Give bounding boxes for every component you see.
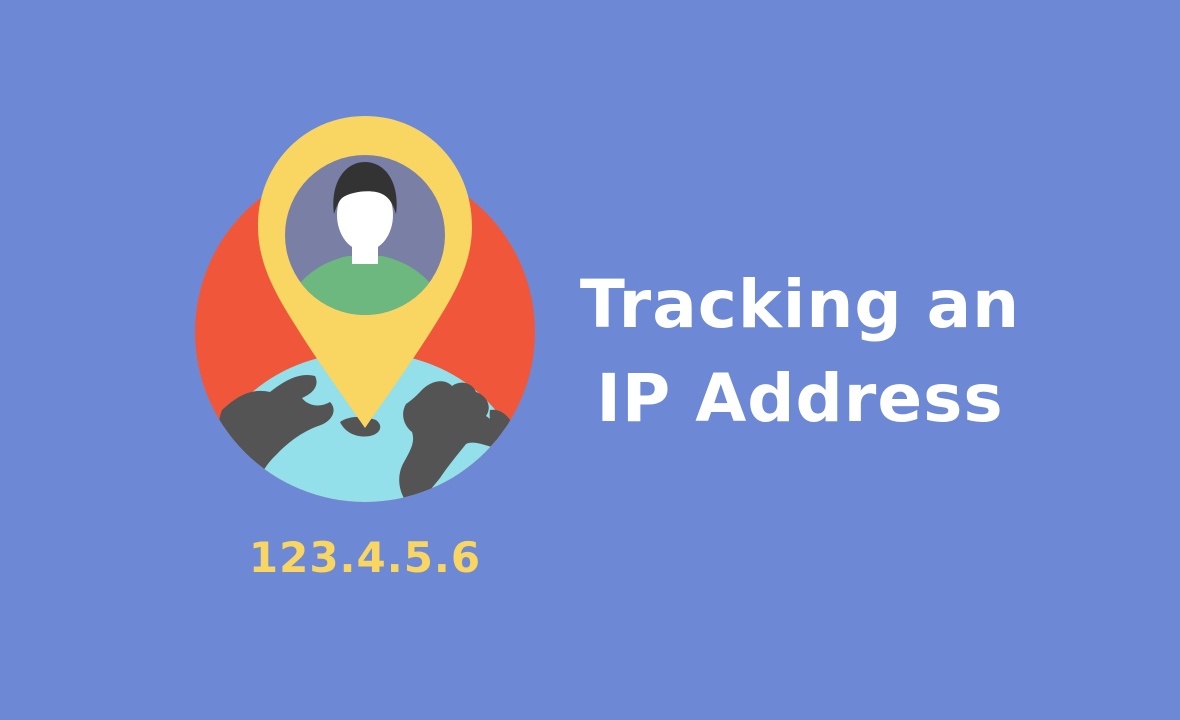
ip-address-label: 123.4.5.6 (248, 533, 482, 582)
page: { "headline": { "line1": "Tracking an", … (0, 0, 1180, 720)
headline: Tracking an IP Address (560, 258, 1040, 446)
location-pin-globe-icon (190, 110, 550, 520)
globe-continent-right (399, 381, 499, 502)
location-pin-globe-svg (195, 116, 535, 502)
headline-line-2: IP Address (596, 360, 1004, 437)
headline-line-1: Tracking an (579, 266, 1021, 343)
